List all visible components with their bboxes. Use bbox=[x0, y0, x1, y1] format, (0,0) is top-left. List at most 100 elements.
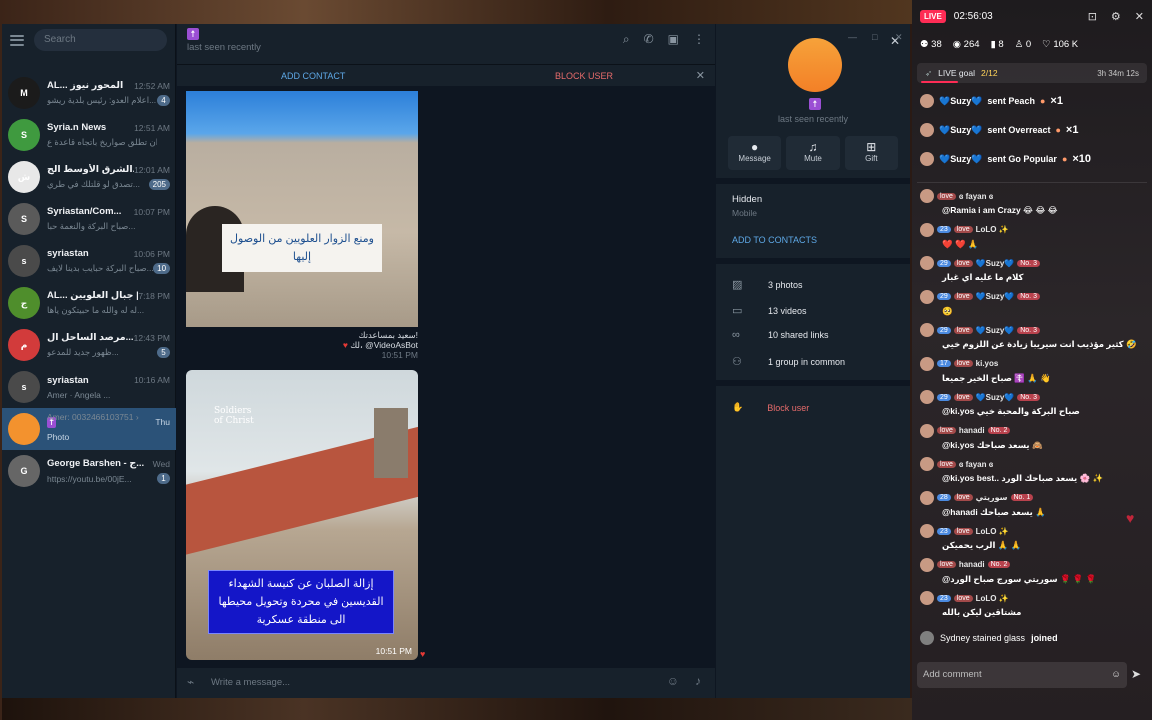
send-icon[interactable]: ➤ bbox=[1131, 667, 1141, 681]
message-input[interactable]: Write a message... bbox=[211, 677, 290, 688]
chat-comment[interactable]: love hanadi No. 2 @سوريتي سورج صباح الورد 🌹… bbox=[920, 557, 1148, 585]
chat-list-item[interactable]: م مرصد الساحل ال... 12:43 PM ظهور جديد للمد… bbox=[2, 324, 176, 366]
attach-icon[interactable]: ⌁ bbox=[187, 675, 194, 689]
video-message[interactable]: Soldiers of Christ إزالة الصلبان عن كنيس… bbox=[186, 370, 418, 660]
video-caption: إزالة الصلبان عن كنيسة الشهداء القديسين … bbox=[208, 570, 394, 634]
chat-list-item[interactable]: s syriastan 10:16 AM Amer · Angela ... bbox=[2, 366, 176, 408]
chat-comment[interactable]: 23 love LoLO ✨ الرب يحميكن 🙏 🙏 bbox=[920, 524, 1148, 551]
links-row[interactable]: ∞ 10 shared links bbox=[732, 329, 829, 341]
add-contact-button[interactable]: ADD CONTACT bbox=[281, 71, 345, 81]
chat-list-item[interactable]: S Syriastan/Com... 10:07 PM صباح البركة وال… bbox=[2, 198, 176, 240]
level-badge: 29 bbox=[937, 326, 951, 334]
settings-icon[interactable]: ⚙ bbox=[1111, 10, 1121, 23]
avatar bbox=[920, 356, 934, 371]
goal-progress-bar bbox=[921, 81, 958, 83]
close-icon[interactable]: ✕ bbox=[696, 69, 705, 82]
search-input[interactable]: Search bbox=[34, 29, 167, 51]
chat-time: 10:16 AM bbox=[134, 375, 170, 385]
groups-row[interactable]: ⚇ 1 group in common bbox=[732, 355, 845, 368]
chat-list-item[interactable]: G George Barshen - ج... Wed https://youtu.b… bbox=[2, 450, 176, 492]
level-badge: 23 bbox=[937, 226, 951, 233]
chat-comment[interactable]: 29 love 💙Suzy💙 No. 3 كثير مؤذيب انت سيريبا ز… bbox=[920, 323, 1148, 350]
conversation-header[interactable]: ☨ last seen recently ⌕ ✆ ▣ ⋮ bbox=[177, 24, 715, 64]
gift-user: 💙Suzy💙 bbox=[939, 153, 983, 164]
video-message[interactable]: ومنع الزوار العلويين من الوصول إليها bbox=[186, 91, 418, 327]
emoji-icon[interactable]: ☺ bbox=[1111, 662, 1121, 688]
block-user-row[interactable]: ✋ Block user bbox=[732, 402, 809, 413]
level-badge: 29 bbox=[937, 259, 951, 267]
chat-list-item[interactable]: M AL... المحور نيوز 12:52 AM اعلام العدو: ر… bbox=[2, 72, 176, 114]
heart-reaction-icon[interactable]: ♥ bbox=[420, 649, 425, 659]
chat-comment[interactable]: 23 love LoLO ✨ مشتاقين ليكن بالله bbox=[920, 591, 1148, 618]
chat-list-item[interactable]: S Syria.n News 12:51 AM إيران تطلق صواريخ ب… bbox=[2, 114, 176, 156]
desktop-background-bottom bbox=[0, 698, 912, 720]
chat-comment[interactable]: love ɞ fayan ɞ @Ramia i am Crazy 😂 😂 😂 bbox=[920, 189, 1148, 216]
group-icon: ⚇ bbox=[732, 356, 742, 368]
avatar bbox=[920, 490, 934, 505]
block-user-button[interactable]: BLOCK USER bbox=[555, 71, 613, 81]
live-goal[interactable]: ➶ LIVE goal 2/12 3h 34m 12s bbox=[917, 63, 1147, 83]
chat-name: syriastan bbox=[47, 248, 89, 259]
microphone-icon[interactable]: ♪ bbox=[695, 674, 701, 688]
people-icon: ⚉ bbox=[920, 38, 932, 50]
profile-panel: ✕ ☨ last seen recently ● Message ♫ Mute ⊞ G… bbox=[716, 24, 910, 698]
maximize-icon[interactable]: □ bbox=[872, 32, 877, 42]
more-icon[interactable]: ⋮ bbox=[693, 32, 705, 47]
avatar bbox=[920, 323, 934, 337]
comment-user: ɞ fayan ɞ bbox=[958, 459, 994, 469]
avatar: s bbox=[8, 371, 40, 403]
videos-row[interactable]: ▭ 13 videos bbox=[732, 304, 807, 317]
chat-time: 12:52 AM bbox=[134, 80, 170, 91]
phone-icon[interactable]: ✆ bbox=[644, 32, 654, 47]
close-icon[interactable]: ✕ bbox=[1135, 10, 1144, 23]
rank-badge: No. 2 bbox=[987, 561, 1011, 568]
message-button[interactable]: ● Message bbox=[728, 136, 782, 170]
chat-comment[interactable]: 23 love LoLO ✨ ❤️ ❤️ 🙏 bbox=[920, 222, 1148, 250]
comment-user: سوريتي bbox=[975, 493, 1008, 502]
fan-badge: love bbox=[953, 527, 973, 535]
sidebar-toggle-icon[interactable]: ▣ bbox=[668, 32, 679, 47]
minimize-icon[interactable]: — bbox=[848, 32, 857, 42]
live-timer: 02:56:03 bbox=[953, 10, 993, 22]
profile-last-seen: last seen recently bbox=[777, 114, 849, 124]
chat-list-item[interactable]: ش الشرق الأوسط الج...12:01 AM تصدق لو قلتل… bbox=[2, 156, 176, 198]
chat-comment[interactable]: 29 love 💙Suzy💙 No. 3 @ki.yos صباح البركة وال… bbox=[920, 390, 1148, 417]
avatar bbox=[920, 256, 934, 270]
comment-user: ki.yos bbox=[975, 359, 999, 368]
lock-icon[interactable]: ⊡ bbox=[1088, 10, 1097, 23]
level-badge: 17 bbox=[937, 360, 951, 367]
add-to-contacts-button[interactable]: ADD TO CONTACTS bbox=[732, 235, 817, 245]
fan-badge: love bbox=[953, 393, 973, 401]
chat-time: 7:18 PM bbox=[138, 290, 170, 301]
gift-event: 💙Suzy💙 sent Peach ● ×1 bbox=[920, 91, 1063, 111]
menu-icon[interactable] bbox=[10, 34, 24, 46]
profile-name-glyph: ☨ bbox=[809, 98, 821, 110]
search-icon[interactable]: ⌕ bbox=[623, 32, 630, 47]
chat-comment[interactable]: 29 love 💙Suzy💙 No. 3 كلام ما عليه اي غبار bbox=[920, 256, 1148, 283]
emoji-icon[interactable]: ☺ bbox=[667, 674, 679, 688]
chat-time: 12:43 PM bbox=[133, 332, 170, 343]
avatar: S bbox=[8, 119, 40, 151]
comment-text: الرب يحميكن 🙏 🙏 bbox=[942, 540, 1022, 550]
chat-list-item[interactable]: s syriastan 10:06 PM صباح البركة حبايب بدين… bbox=[2, 240, 176, 282]
chat-list-item[interactable]: ج AL... جبال العلويين | 7:18 PM له له والله… bbox=[2, 282, 176, 324]
chat-comment[interactable]: 17 love ki.yos صباح الخير جميعا ☦️ 🙏 👋 bbox=[920, 356, 1148, 384]
chat-comment[interactable]: love ɞ fayan ɞ @ki.yos best.. يسعد صباحك ا… bbox=[920, 457, 1148, 484]
comment-input[interactable]: Add comment ☺ bbox=[917, 662, 1127, 688]
gift-button[interactable]: ⊞ Gift bbox=[844, 136, 898, 170]
window-close-icon[interactable]: ✕ bbox=[895, 32, 903, 43]
rank-badge: No. 3 bbox=[1017, 393, 1040, 401]
chat-comment[interactable]: 28 love سوريتي No. 1 @hanadi يسعد صباحك 🙏 bbox=[920, 490, 1148, 518]
chat-comment[interactable]: 29 love 💙Suzy💙 No. 3 🥺 bbox=[920, 289, 1148, 317]
comment-text: 🥺 bbox=[942, 305, 953, 316]
fan-badge: love bbox=[937, 427, 956, 434]
chat-comment[interactable]: love hanadi No. 2 @ki.yos يسعد صباحك 🙈 bbox=[920, 423, 1148, 451]
mute-button[interactable]: ♫ Mute bbox=[786, 136, 840, 170]
fan-badge: love bbox=[953, 259, 973, 267]
chat-time: 10:06 PM bbox=[133, 248, 170, 259]
fan-badge: love bbox=[937, 561, 956, 568]
photos-row[interactable]: ▨ 3 photos bbox=[732, 278, 803, 291]
avatar: G bbox=[8, 455, 40, 487]
video-watermark: Soldiers of Christ bbox=[214, 406, 254, 426]
chat-name: Syria.n News bbox=[47, 122, 107, 133]
